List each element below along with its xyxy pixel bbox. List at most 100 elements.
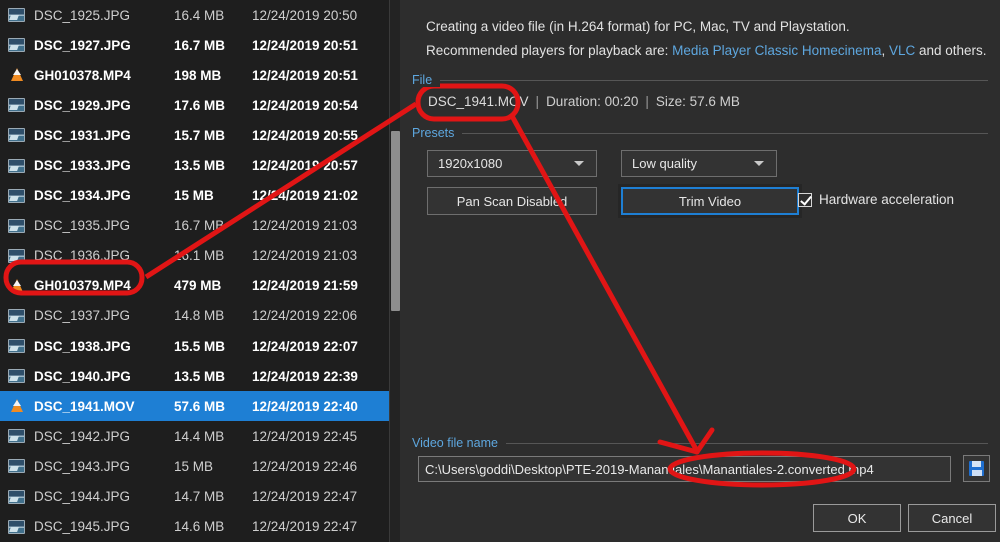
file-size: 13.5 MB	[174, 158, 252, 173]
file-row[interactable]: DSC_1938.JPG15.5 MB12/24/2019 22:07	[0, 331, 396, 361]
file-size: 14.8 MB	[174, 308, 252, 323]
file-date: 12/24/2019 22:07	[252, 339, 358, 354]
file-size: 15.5 MB	[174, 339, 252, 354]
cancel-button[interactable]: Cancel	[908, 504, 996, 532]
file-row[interactable]: GH010379.MP4479 MB12/24/2019 21:59	[0, 271, 396, 301]
vlc-cone-icon	[8, 399, 25, 413]
file-row[interactable]: DSC_1944.JPG14.7 MB12/24/2019 22:47	[0, 482, 396, 512]
file-date: 12/24/2019 21:03	[252, 218, 357, 233]
file-size: 17.6 MB	[174, 98, 252, 113]
intro-prefix: Recommended players for playback are:	[426, 43, 672, 58]
file-row[interactable]: DSC_1929.JPG17.6 MB12/24/2019 20:54	[0, 90, 396, 120]
file-name: DSC_1929.JPG	[34, 98, 174, 113]
jpg-thumb-icon	[8, 98, 25, 112]
file-date: 12/24/2019 22:39	[252, 369, 358, 384]
quality-value: Low quality	[632, 156, 754, 171]
jpg-thumb-icon	[8, 8, 25, 22]
jpg-thumb-icon	[8, 459, 25, 473]
convert-video-dialog: DSC_1925.JPG16.4 MB12/24/2019 20:50DSC_1…	[0, 0, 1000, 542]
file-name: DSC_1943.JPG	[34, 459, 174, 474]
intro-text-format: Creating a video file (in H.264 format) …	[426, 19, 850, 34]
jpg-thumb-icon	[8, 339, 25, 353]
jpg-thumb-icon	[8, 369, 25, 383]
chevron-down-icon	[754, 161, 764, 166]
file-name: DSC_1940.JPG	[34, 369, 174, 384]
file-size: 16.7 MB	[174, 38, 252, 53]
file-row[interactable]: DSC_1934.JPG15 MB12/24/2019 21:02	[0, 181, 396, 211]
selected-file-name: DSC_1941.MOV	[428, 94, 529, 109]
pan-scan-button[interactable]: Pan Scan Disabled	[427, 187, 597, 215]
file-row[interactable]: DSC_1940.JPG13.5 MB12/24/2019 22:39	[0, 361, 396, 391]
file-date: 12/24/2019 20:51	[252, 38, 358, 53]
file-size: 16.4 MB	[174, 8, 252, 23]
link-vlc[interactable]: VLC	[889, 43, 915, 58]
hardware-acceleration-checkbox-row[interactable]: Hardware acceleration	[798, 192, 954, 207]
file-name: GH010378.MP4	[34, 68, 174, 83]
file-size: 15 MB	[174, 188, 252, 203]
file-size: 57.6 MB	[174, 399, 252, 414]
file-list[interactable]: DSC_1925.JPG16.4 MB12/24/2019 20:50DSC_1…	[0, 0, 396, 542]
jpg-thumb-icon	[8, 189, 25, 203]
file-name: DSC_1935.JPG	[34, 218, 174, 233]
file-date: 12/24/2019 22:45	[252, 429, 357, 444]
hardware-acceleration-label: Hardware acceleration	[819, 192, 954, 207]
file-row[interactable]: DSC_1945.JPG14.6 MB12/24/2019 22:47	[0, 512, 396, 542]
scrollbar-thumb[interactable]	[391, 131, 400, 311]
file-date: 12/24/2019 20:54	[252, 98, 358, 113]
checkbox-icon[interactable]	[798, 193, 812, 207]
file-row[interactable]: GH010378.MP4198 MB12/24/2019 20:51	[0, 60, 396, 90]
file-row[interactable]: DSC_1942.JPG14.4 MB12/24/2019 22:45	[0, 421, 396, 451]
filename-group-label: Video file name	[412, 436, 506, 450]
file-date: 12/24/2019 22:47	[252, 489, 357, 504]
file-name: DSC_1933.JPG	[34, 158, 174, 173]
save-path-button[interactable]	[963, 455, 990, 482]
resolution-dropdown[interactable]: 1920x1080	[427, 150, 597, 177]
file-list-scrollbar[interactable]	[389, 0, 400, 542]
jpg-thumb-icon	[8, 219, 25, 233]
file-row[interactable]: DSC_1931.JPG15.7 MB12/24/2019 20:55	[0, 120, 396, 150]
file-size: 15 MB	[174, 459, 252, 474]
file-date: 12/24/2019 20:55	[252, 128, 358, 143]
resolution-value: 1920x1080	[438, 156, 574, 171]
file-row[interactable]: DSC_1936.JPG16.1 MB12/24/2019 21:03	[0, 241, 396, 271]
file-date: 12/24/2019 22:06	[252, 308, 357, 323]
selected-file-info: DSC_1941.MOV|Duration: 00:20|Size: 57.6 …	[428, 94, 740, 109]
jpg-thumb-icon	[8, 128, 25, 142]
file-row[interactable]: DSC_1935.JPG16.7 MB12/24/2019 21:03	[0, 211, 396, 241]
file-date: 12/24/2019 22:40	[252, 399, 358, 414]
vlc-cone-icon	[8, 68, 25, 82]
link-mpc-homecinema[interactable]: Media Player Classic Homecinema	[672, 43, 881, 58]
group-divider	[440, 80, 988, 81]
file-name: DSC_1934.JPG	[34, 188, 174, 203]
intro-text-players: Recommended players for playback are: Me…	[426, 43, 987, 58]
file-date: 12/24/2019 21:03	[252, 248, 357, 263]
file-size: 14.4 MB	[174, 429, 252, 444]
file-date: 12/24/2019 22:47	[252, 519, 357, 534]
vlc-cone-icon	[8, 279, 25, 293]
file-name: DSC_1941.MOV	[34, 399, 174, 414]
file-row[interactable]: DSC_1933.JPG13.5 MB12/24/2019 20:57	[0, 150, 396, 180]
file-name: DSC_1942.JPG	[34, 429, 174, 444]
output-path-input[interactable]: C:\Users\goddi\Desktop\PTE-2019-Manantia…	[418, 456, 951, 482]
file-size: 14.6 MB	[174, 519, 252, 534]
file-date: 12/24/2019 21:59	[252, 278, 358, 293]
quality-dropdown[interactable]: Low quality	[621, 150, 777, 177]
file-row[interactable]: DSC_1941.MOV57.6 MB12/24/2019 22:40	[0, 391, 396, 421]
file-name: DSC_1936.JPG	[34, 248, 174, 263]
ok-button[interactable]: OK	[813, 504, 901, 532]
file-date: 12/24/2019 20:50	[252, 8, 357, 23]
file-name: DSC_1944.JPG	[34, 489, 174, 504]
file-row[interactable]: DSC_1943.JPG15 MB12/24/2019 22:46	[0, 451, 396, 481]
file-size: 16.7 MB	[174, 218, 252, 233]
file-row[interactable]: DSC_1927.JPG16.7 MB12/24/2019 20:51	[0, 30, 396, 60]
group-divider	[462, 133, 988, 134]
presets-group: Presets	[412, 125, 988, 141]
filename-group: Video file name	[412, 435, 988, 451]
file-row[interactable]: DSC_1925.JPG16.4 MB12/24/2019 20:50	[0, 0, 396, 30]
file-group: File	[412, 72, 988, 88]
file-row[interactable]: DSC_1937.JPG14.8 MB12/24/2019 22:06	[0, 301, 396, 331]
jpg-thumb-icon	[8, 159, 25, 173]
file-name: DSC_1925.JPG	[34, 8, 174, 23]
floppy-save-icon	[969, 461, 984, 476]
trim-video-button[interactable]: Trim Video	[621, 187, 799, 215]
